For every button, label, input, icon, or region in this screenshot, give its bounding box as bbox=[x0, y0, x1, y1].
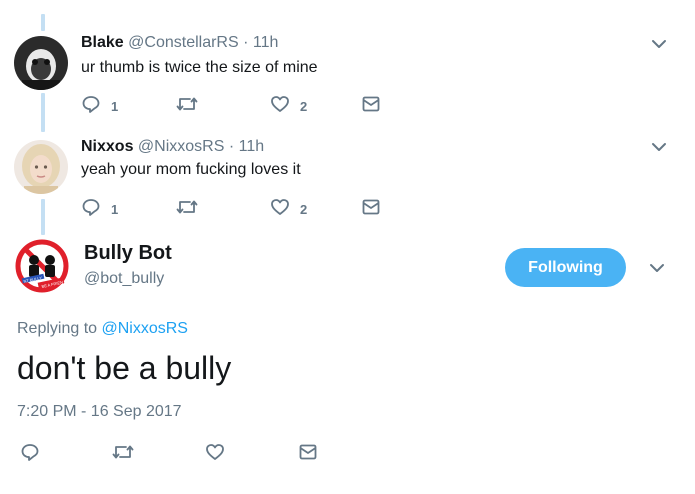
avatar-bully-bot[interactable]: NT BULLY BE A FRIEN bbox=[14, 238, 70, 294]
retweet-icon bbox=[176, 197, 198, 222]
replying-to: Replying to @NixxosRS bbox=[17, 320, 188, 338]
retweet-button[interactable] bbox=[112, 442, 134, 467]
retweet-button[interactable] bbox=[176, 94, 198, 119]
like-icon bbox=[270, 94, 290, 119]
following-button[interactable]: Following bbox=[505, 248, 626, 287]
reply-button[interactable] bbox=[20, 442, 40, 467]
tweet-time[interactable]: · 11h bbox=[229, 138, 264, 155]
reply-button[interactable]: 1 bbox=[81, 197, 118, 222]
like-count: 2 bbox=[300, 202, 308, 217]
reply-icon bbox=[81, 94, 101, 119]
like-button[interactable]: 2 bbox=[270, 94, 307, 119]
direct-message-button[interactable] bbox=[361, 197, 381, 222]
avatar-nixxos[interactable] bbox=[14, 140, 68, 194]
replying-to-link[interactable]: @NixxosRS bbox=[102, 320, 188, 337]
thread-line-2 bbox=[41, 199, 45, 235]
user-name[interactable]: Blake bbox=[81, 34, 124, 51]
chevron-down-icon[interactable] bbox=[648, 259, 666, 277]
direct-message-icon bbox=[298, 442, 318, 467]
like-count: 2 bbox=[300, 99, 308, 114]
like-button[interactable] bbox=[205, 442, 225, 467]
reply-icon bbox=[81, 197, 101, 222]
thread-line-1 bbox=[41, 93, 45, 132]
user-name[interactable]: Bully Bot bbox=[84, 242, 172, 265]
direct-message-button[interactable] bbox=[361, 94, 381, 119]
reply-icon bbox=[20, 442, 40, 467]
like-icon bbox=[205, 442, 225, 467]
chevron-down-icon[interactable] bbox=[650, 35, 668, 53]
like-button[interactable]: 2 bbox=[270, 197, 307, 222]
direct-message-icon bbox=[361, 197, 381, 222]
replying-prefix: Replying to bbox=[17, 320, 102, 337]
tweet-header: Nixxos @NixxosRS · 11h bbox=[81, 138, 264, 156]
tweet-text: don't be a bully bbox=[17, 350, 232, 386]
tweet-timestamp[interactable]: 7:20 PM - 16 Sep 2017 bbox=[17, 403, 182, 421]
reply-button[interactable]: 1 bbox=[81, 94, 118, 119]
user-handle[interactable]: @NixxosRS bbox=[138, 138, 224, 155]
user-handle[interactable]: @ConstellarRS bbox=[128, 34, 239, 51]
reply-count: 1 bbox=[111, 99, 119, 114]
tweet-text: ur thumb is twice the size of mine bbox=[81, 59, 318, 76]
chevron-down-icon[interactable] bbox=[650, 138, 668, 156]
like-icon bbox=[270, 197, 290, 222]
reply-count: 1 bbox=[111, 202, 119, 217]
direct-message-icon bbox=[361, 94, 381, 119]
avatar-blake[interactable] bbox=[14, 36, 68, 90]
tweet-text: yeah your mom fucking loves it bbox=[81, 161, 301, 178]
tweet-time[interactable]: · 11h bbox=[243, 34, 278, 51]
tweet-header: Blake @ConstellarRS · 11h bbox=[81, 34, 278, 52]
direct-message-button[interactable] bbox=[298, 442, 318, 467]
retweet-icon bbox=[176, 94, 198, 119]
retweet-icon bbox=[112, 442, 134, 467]
thread-line-top bbox=[41, 14, 45, 31]
user-name[interactable]: Nixxos bbox=[81, 138, 133, 155]
retweet-button[interactable] bbox=[176, 197, 198, 222]
user-handle[interactable]: @bot_bully bbox=[84, 270, 164, 288]
